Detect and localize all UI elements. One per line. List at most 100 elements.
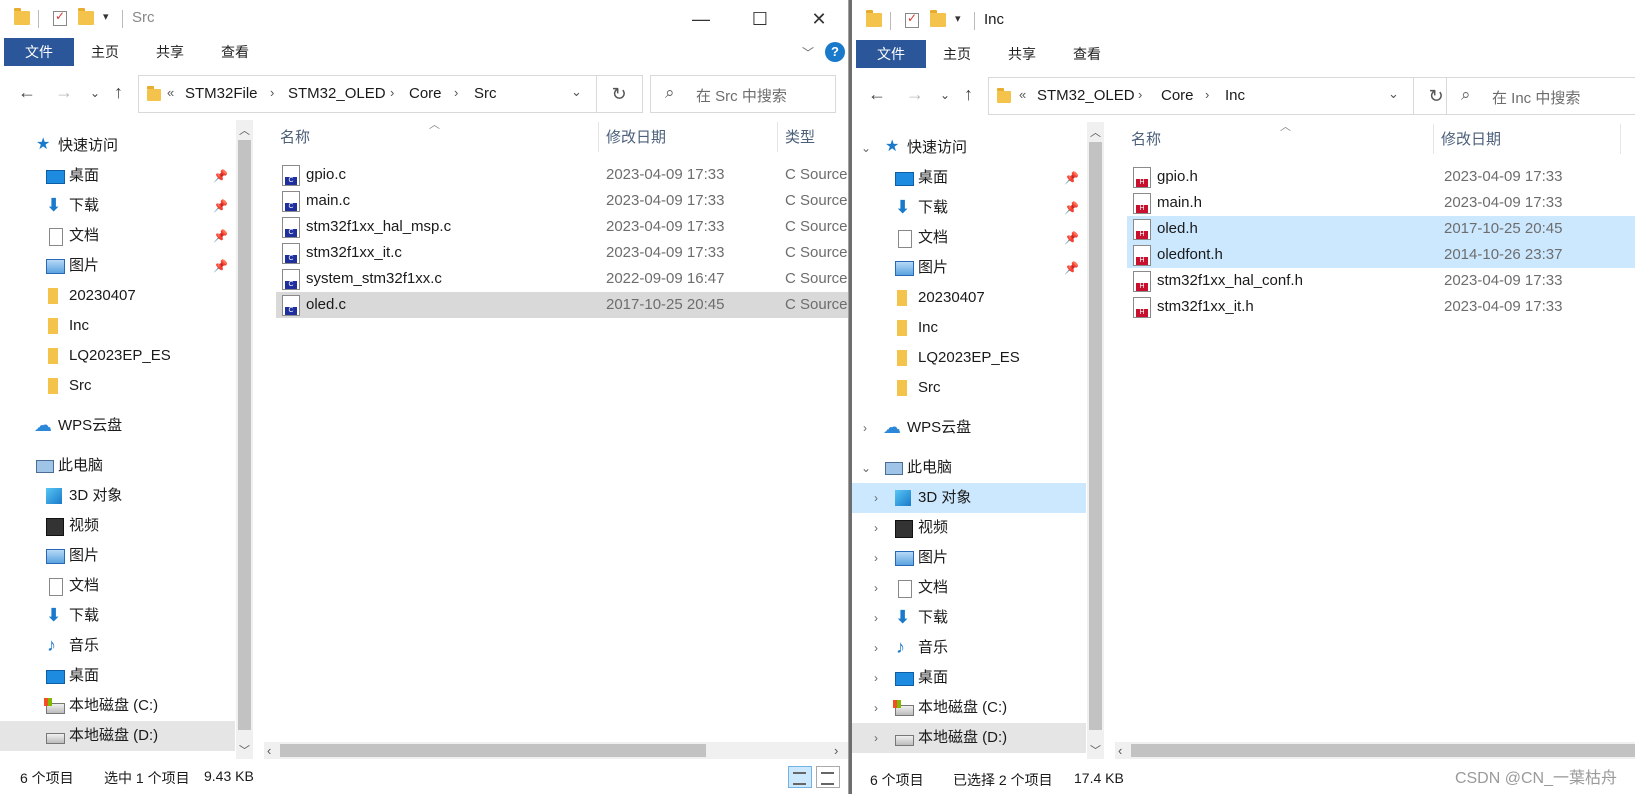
chevron-right-icon[interactable]: › [874, 693, 878, 723]
nav-desktop[interactable]: 桌面 📌 [0, 161, 235, 191]
nav-quick-access[interactable]: ⌄ ★ 快速访问 [852, 133, 1086, 163]
scrollbar-thumb[interactable] [1089, 142, 1102, 730]
pin-icon[interactable]: 📌 [213, 251, 228, 281]
nav-this-pc[interactable]: 此电脑 [0, 451, 235, 481]
nav-pictures-pc[interactable]: › 图片 [852, 543, 1086, 573]
breadcrumb-item[interactable]: Src [474, 85, 497, 102]
scrollbar-thumb[interactable] [280, 744, 706, 757]
chevron-right-icon[interactable]: › [390, 85, 394, 100]
customize-toolbar-icon[interactable]: ▾ [955, 12, 961, 25]
nav-pictures-pc[interactable]: 图片 [0, 541, 235, 571]
nav-pictures[interactable]: 图片 📌 [0, 251, 235, 281]
nav-desktop-pc[interactable]: 桌面 [0, 661, 235, 691]
nav-drive-d[interactable]: › 本地磁盘 (D:) [852, 723, 1086, 753]
breadcrumb-item[interactable]: Core [409, 85, 442, 102]
details-view-button[interactable] [788, 766, 812, 788]
search-box[interactable]: ⌕ 在 Inc 中搜索 [1446, 77, 1635, 115]
chevron-down-icon[interactable]: ﹀ [802, 44, 814, 61]
search-input[interactable]: 在 Inc 中搜索 [1492, 87, 1580, 108]
search-input[interactable]: 在 Src 中搜索 [696, 85, 787, 106]
column-header-date[interactable]: 修改日期 [606, 120, 666, 156]
chevron-right-icon[interactable]: › [863, 413, 867, 443]
nav-downloads-pc[interactable]: › ⬇ 下载 [852, 603, 1086, 633]
column-header-date[interactable]: 修改日期 [1441, 122, 1501, 158]
nav-drive-c[interactable]: 本地磁盘 (C:) [0, 691, 235, 721]
pin-icon[interactable]: 📌 [213, 221, 228, 251]
pin-icon[interactable]: 📌 [1064, 193, 1079, 223]
nav-folder-inc[interactable]: Inc [852, 313, 1086, 343]
chevron-right-icon[interactable]: › [874, 663, 878, 693]
back-button[interactable]: ← [18, 82, 36, 103]
file-row[interactable]: gpio.h 2023-04-09 17:33 [1115, 164, 1635, 190]
tab-file[interactable]: 文件 [856, 40, 926, 68]
pin-icon[interactable]: 📌 [1064, 223, 1079, 253]
nav-3d-objects[interactable]: › 3D 对象 [852, 483, 1086, 513]
nav-documents-pc[interactable]: › 文档 [852, 573, 1086, 603]
chevron-right-icon[interactable]: › [874, 573, 878, 603]
file-row-selected[interactable]: oledfont.h 2014-10-26 23:37 [1127, 242, 1635, 268]
tab-view[interactable]: 查看 [1062, 40, 1112, 68]
maximize-button[interactable]: ☐ [737, 2, 783, 36]
file-row-selected[interactable]: oled.c 2017-10-25 20:45 C Source [276, 292, 848, 318]
nav-pictures[interactable]: 图片 📌 [852, 253, 1086, 283]
scrollbar-thumb[interactable] [238, 140, 251, 730]
forward-button[interactable]: → [906, 84, 924, 105]
tab-home[interactable]: 主页 [932, 40, 982, 68]
file-row-selected[interactable]: oled.h 2017-10-25 20:45 [1127, 216, 1635, 242]
tab-share[interactable]: 共享 [145, 38, 195, 66]
recent-locations-button[interactable]: ⌄ [90, 86, 100, 100]
nav-music[interactable]: ♪ 音乐 [0, 631, 235, 661]
column-divider[interactable] [598, 122, 599, 152]
up-button[interactable]: ↑ [964, 84, 973, 105]
refresh-button[interactable]: ↻ [596, 75, 643, 113]
minimize-button[interactable]: — [678, 2, 724, 36]
overflow-chevron[interactable]: « [167, 85, 174, 100]
horizontal-scrollbar[interactable]: ‹ [1115, 742, 1635, 759]
tab-share[interactable]: 共享 [997, 40, 1047, 68]
scroll-up-icon[interactable]: ︿ [239, 122, 250, 138]
column-divider[interactable] [1620, 124, 1621, 154]
column-header-type[interactable]: 类型 [785, 120, 815, 156]
address-bar[interactable]: « STM32File › STM32_OLED › Core › Src ⌄ [138, 75, 597, 113]
customize-toolbar-icon[interactable]: ▾ [103, 10, 109, 23]
address-dropdown-icon[interactable]: ⌄ [571, 84, 582, 100]
nav-folder-lq2023ep-es[interactable]: LQ2023EP_ES [852, 343, 1086, 373]
new-folder-icon[interactable] [930, 10, 946, 27]
nav-music[interactable]: › ♪ 音乐 [852, 633, 1086, 663]
back-button[interactable]: ← [868, 84, 886, 105]
chevron-right-icon[interactable]: › [874, 543, 878, 573]
scroll-left-icon[interactable]: ‹ [267, 742, 271, 759]
chevron-right-icon[interactable]: › [1205, 87, 1209, 102]
properties-icon[interactable] [905, 11, 919, 28]
file-row[interactable]: stm32f1xx_it.c 2023-04-09 17:33 C Source [264, 240, 848, 266]
close-button[interactable]: ✕ [796, 2, 842, 36]
chevron-right-icon[interactable]: › [1138, 87, 1142, 102]
nav-scrollbar[interactable]: ︿ ﹀ [236, 120, 253, 759]
nav-this-pc[interactable]: ⌄ 此电脑 [852, 453, 1086, 483]
breadcrumb-item[interactable]: STM32_OLED [288, 85, 386, 102]
nav-scrollbar[interactable]: ︿ ﹀ [1087, 122, 1104, 759]
nav-wps-cloud[interactable]: ☁ WPS云盘 [0, 411, 235, 441]
breadcrumb-item[interactable]: Core [1161, 87, 1194, 104]
help-icon[interactable]: ? [825, 42, 845, 62]
file-row[interactable]: gpio.c 2023-04-09 17:33 C Source [264, 162, 848, 188]
address-dropdown-icon[interactable]: ⌄ [1388, 86, 1399, 102]
breadcrumb-item[interactable]: STM32_OLED [1037, 87, 1135, 104]
properties-icon[interactable] [53, 9, 67, 26]
breadcrumb-item[interactable]: Inc [1225, 87, 1245, 104]
recent-locations-button[interactable]: ⌄ [940, 88, 950, 102]
file-row[interactable]: stm32f1xx_hal_conf.h 2023-04-09 17:33 [1115, 268, 1635, 294]
nav-desktop-pc[interactable]: › 桌面 [852, 663, 1086, 693]
nav-videos[interactable]: › 视频 [852, 513, 1086, 543]
up-button[interactable]: ↑ [114, 82, 123, 103]
nav-desktop[interactable]: 桌面 📌 [852, 163, 1086, 193]
nav-drive-d[interactable]: 本地磁盘 (D:) [0, 721, 235, 751]
scrollbar-thumb[interactable] [1131, 744, 1635, 757]
chevron-right-icon[interactable]: › [874, 723, 878, 753]
nav-quick-access[interactable]: ★ 快速访问 [0, 131, 235, 161]
new-folder-icon[interactable] [78, 8, 94, 25]
tab-view[interactable]: 查看 [210, 38, 260, 66]
file-row[interactable]: main.h 2023-04-09 17:33 [1115, 190, 1635, 216]
nav-folder-lq2023ep-es[interactable]: LQ2023EP_ES [0, 341, 235, 371]
nav-folder-20230407[interactable]: 20230407 [852, 283, 1086, 313]
